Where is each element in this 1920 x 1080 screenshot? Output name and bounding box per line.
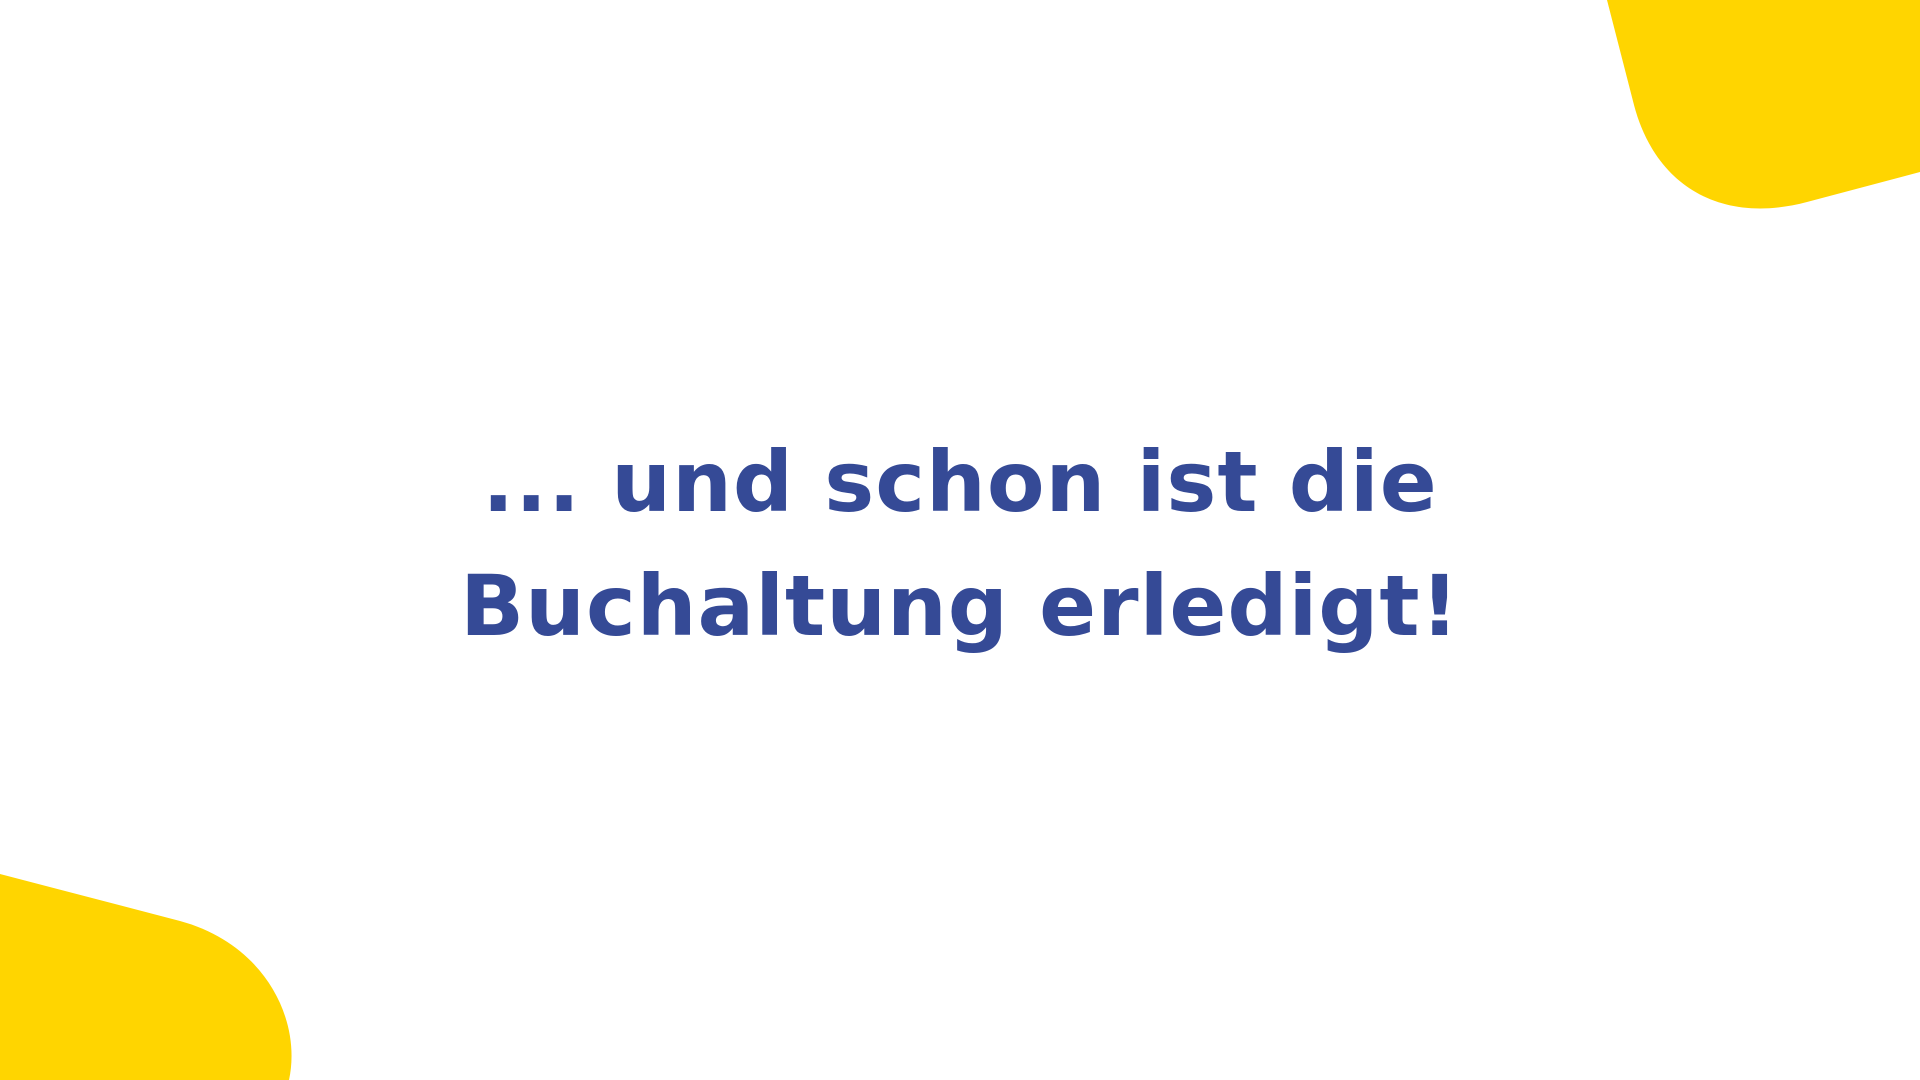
top-right-yellow-shape [1607, 0, 1920, 209]
headline-line-1: ... und schon ist die [482, 433, 1438, 531]
bottom-left-yellow-shape [0, 874, 292, 1080]
headline-line-2: Buchaltung erledigt! [460, 557, 1460, 655]
headline: ... und schon ist die Buchaltung erledig… [0, 420, 1920, 668]
slide: ... und schon ist die Buchaltung erledig… [0, 0, 1920, 1080]
